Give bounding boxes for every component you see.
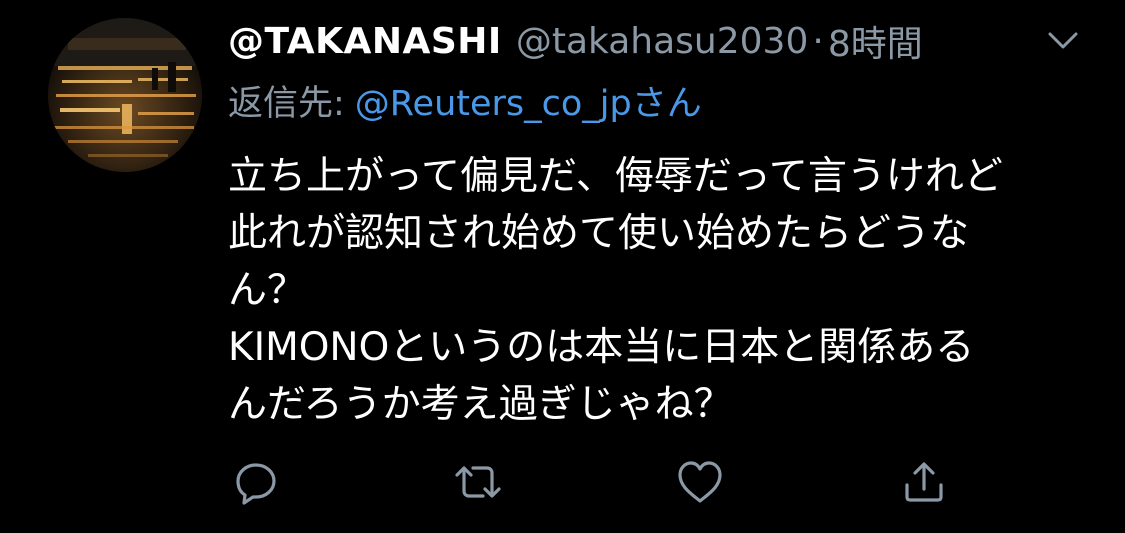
comment-icon [236,463,276,505]
chevron-down-icon [1048,32,1078,49]
tweet-text-line: KIMONOというのは本当に日本と関係ある [228,325,975,370]
separator-dot: · [812,20,824,62]
tweet-text-line: 立ち上がって偏見だ、侮辱だって言うけれど [228,154,1003,199]
heart-icon [678,461,722,503]
tweet-text-line: ん？ [228,268,307,313]
like-button[interactable] [670,452,730,512]
share-button[interactable] [894,452,954,512]
avatar-image [48,18,202,172]
share-icon [905,462,943,502]
tweet-header: @TAKANASHI @takahasu2030 · 8時間 [228,16,923,66]
avatar[interactable] [48,18,202,172]
retweet-button[interactable] [448,452,508,512]
more-options-button[interactable] [1040,24,1086,58]
reply-context: 返信先: @Reuters_co_jpさん [228,76,702,124]
tweet-text-line: 此れが認知され始めて使い始めたらどうな [228,211,970,256]
user-handle[interactable]: @takahasu2030 [516,21,809,62]
reply-button[interactable] [226,452,286,512]
reply-to-handle-link[interactable]: @Reuters_co_jpさん [355,75,702,126]
timestamp[interactable]: 8時間 [828,15,923,67]
reply-to-label: 返信先: [228,83,345,124]
tweet[interactable]: @TAKANASHI @takahasu2030 · 8時間 返信先: @Reu… [0,0,1125,533]
tweet-text-line: んだろうか考え過ぎじゃね？ [228,382,733,427]
retweet-icon [455,466,501,498]
tweet-actions [0,452,1125,512]
display-name[interactable]: @TAKANASHI [228,21,502,62]
tweet-text: 立ち上がって偏見だ、侮辱だって言うけれど 此れが認知され始めて使い始めたらどうな… [228,148,1078,433]
